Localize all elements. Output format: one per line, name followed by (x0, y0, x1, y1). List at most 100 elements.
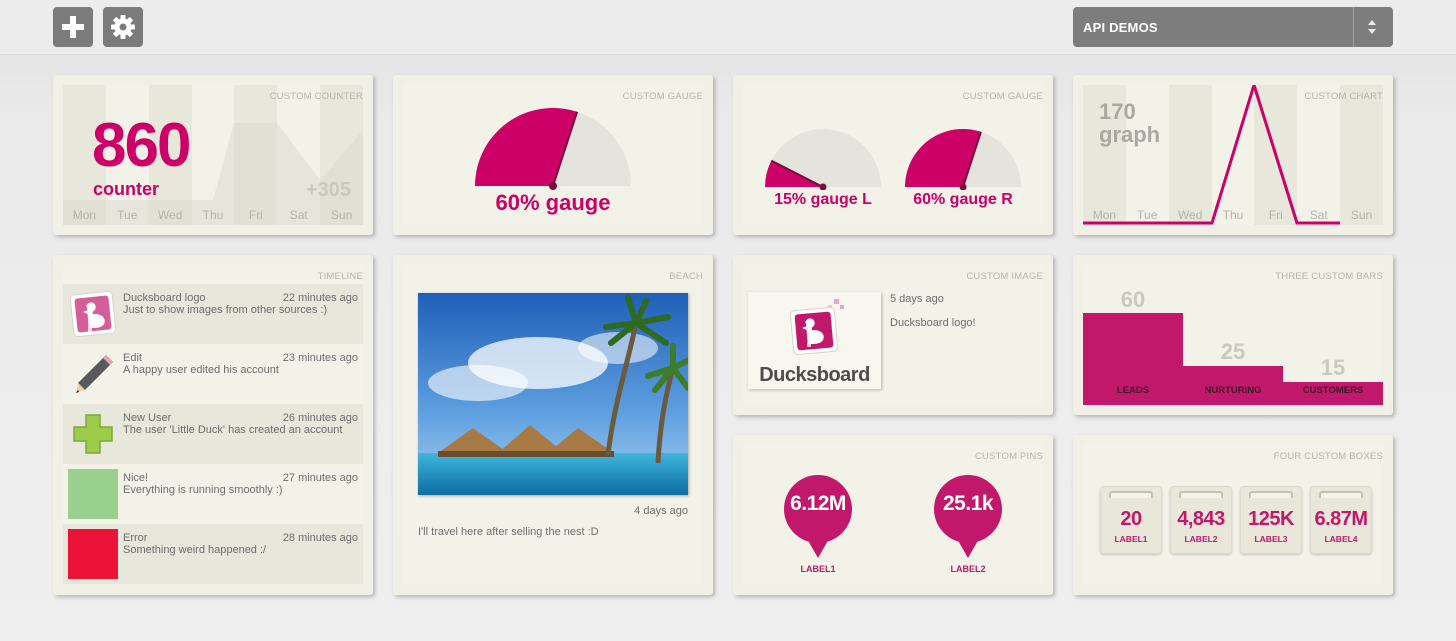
bar-value: 60 (1120, 287, 1146, 312)
timeline-item-message: A happy user edited his account (123, 364, 279, 376)
box-value: 20 (1120, 508, 1142, 530)
widget-title: CUSTOM GAUGE (962, 91, 1043, 102)
box-label: LABEL1 (1114, 534, 1148, 544)
counter-widget: CUSTOM COUNTER 860 counter +305 Mon Tue … (53, 75, 373, 235)
beach-time: 4 days ago (634, 505, 688, 517)
add-widget-button[interactable] (53, 7, 93, 47)
widget-title: TIMELINE (317, 271, 363, 282)
image-time: 5 days ago (890, 293, 944, 305)
box-value: 6.87M (1314, 508, 1368, 530)
timeline-item-message: Everything is running smoothly :) (123, 484, 283, 496)
box-label: LABEL2 (1184, 534, 1218, 544)
ducksboard-logo: Ducksboard (748, 292, 881, 389)
timeline-item-title: Edit (123, 352, 142, 364)
box-slot (1249, 491, 1293, 498)
beach-image-widget: BEACH 4 days ago I'll travel here after … (393, 255, 713, 595)
day-label: Sat (1309, 208, 1328, 222)
timeline-item: New User The user 'Little Duck' has crea… (63, 404, 363, 464)
ducksboard-logo-text: Ducksboard (759, 364, 870, 386)
gauge-right-dial (905, 129, 1021, 190)
gauge-left-dial (765, 129, 881, 190)
gauge-label: 60% gauge (495, 190, 611, 215)
widget-title: THREE CUSTOM BARS (1275, 271, 1383, 282)
beach-photo (418, 293, 688, 495)
widget-title: CUSTOM PINS (974, 451, 1043, 462)
map-pin-icon (934, 475, 1002, 558)
dashboard-select[interactable]: API DEMOS (1073, 7, 1393, 47)
timeline-item-title: Nice! (123, 472, 149, 484)
box-slot (1179, 491, 1223, 498)
day-label: Tue (117, 208, 138, 222)
settings-button[interactable] (103, 7, 143, 47)
add-user-plus-icon (73, 414, 113, 454)
timeline-widget: TIMELINE Ducksboard logo Just to show im… (53, 255, 373, 595)
day-label: Fri (1268, 208, 1283, 222)
bar-label: LEADS (1116, 385, 1150, 396)
gauge-widget: CUSTOM GAUGE 60% gauge (393, 75, 713, 235)
timeline-item-message: Something weird happened :/ (123, 544, 267, 556)
box-slot (1319, 491, 1363, 498)
timeline-item-title: New User (123, 412, 172, 424)
counter-day-axis: Mon Tue Wed Thu Fri Sat Sun (63, 206, 363, 225)
success-swatch-icon (68, 469, 118, 519)
duck-icon (789, 299, 844, 356)
pin-label: LABEL2 (950, 564, 986, 574)
chart-day-axis: Mon Tue Wed Thu Fri Sat Sun (1083, 206, 1383, 225)
timeline-item-message: Just to show images from other sources :… (123, 304, 328, 316)
timeline-item: Edit A happy user edited his account 23 … (63, 344, 363, 404)
timeline-item-title: Ducksboard logo (123, 292, 206, 304)
day-label: Wed (157, 208, 183, 222)
day-label: Fri (248, 208, 263, 222)
three-bars-widget: THREE CUSTOM BARS 60 25 15 LEADS NURTURI… (1073, 255, 1393, 415)
box-label: LABEL3 (1254, 534, 1288, 544)
box-value: 125K (1248, 508, 1294, 530)
pencil-icon (76, 355, 113, 393)
select-divider (1353, 7, 1354, 47)
bar-label: CUSTOMERS (1302, 385, 1364, 396)
custom-pins-widget: CUSTOM PINS 6.12M LABEL1 25.1k LABEL2 (733, 435, 1053, 595)
timeline-item-time: 27 minutes ago (282, 472, 358, 484)
timeline-item-message: The user 'Little Duck' has created an ac… (123, 424, 343, 436)
gauge-right-label: 60% gauge R (913, 191, 1013, 208)
box-label: LABEL4 (1324, 534, 1358, 544)
timeline-item: Ducksboard logo Just to show images from… (63, 284, 363, 344)
box-value: 4,843 (1177, 508, 1225, 530)
four-boxes-widget: FOUR CUSTOM BOXES 20 LABEL1 4,843 LABEL2… (1073, 435, 1393, 595)
timeline-item: Nice! Everything is running smoothly :) … (63, 464, 363, 524)
bar-label: NURTURING (1204, 385, 1262, 396)
timeline-item: Error Something weird happened :/ 28 min… (63, 524, 363, 584)
widget-title: BEACH (669, 271, 703, 282)
bar-value: 15 (1320, 355, 1346, 380)
day-label: Sat (289, 208, 308, 222)
gear-icon (111, 15, 135, 39)
day-label: Mon (1092, 208, 1117, 222)
counter-delta: +305 (306, 179, 352, 201)
widget-title: CUSTOM CHART (1304, 91, 1383, 102)
top-bar: API DEMOS (0, 0, 1456, 55)
ducksboard-logo-icon (69, 290, 117, 338)
timeline-item-time: 22 minutes ago (282, 292, 358, 304)
chart-widget: CUSTOM CHART 170 graph Mon Tue Wed Thu F… (1073, 75, 1393, 235)
custom-box: 125K LABEL3 (1240, 486, 1302, 554)
widget-title: CUSTOM IMAGE (966, 271, 1043, 282)
custom-box: 4,843 LABEL2 (1170, 486, 1232, 554)
widget-title: CUSTOM GAUGE (622, 91, 703, 102)
timeline-item-time: 26 minutes ago (282, 412, 358, 424)
bar-value: 25 (1220, 339, 1246, 364)
timeline-item-time: 23 minutes ago (282, 352, 358, 364)
map-pin-icon (784, 475, 852, 558)
widget-title: FOUR CUSTOM BOXES (1273, 451, 1383, 462)
dashboard-select-value: API DEMOS (1083, 20, 1158, 35)
counter-value: 860 (92, 111, 191, 180)
gauge-dial (475, 108, 631, 190)
pin-2: 25.1k LABEL2 (934, 475, 1002, 574)
day-label: Sun (1350, 208, 1373, 222)
box-slot (1109, 491, 1153, 498)
chart-label: graph (1099, 122, 1161, 147)
pin-value: 25.1k (942, 492, 994, 515)
pin-1: 6.12M LABEL1 (784, 475, 852, 574)
pin-value: 6.12M (790, 492, 846, 515)
widget-title: CUSTOM COUNTER (269, 91, 363, 102)
day-label: Sun (330, 208, 353, 222)
image-caption: Ducksboard logo! (890, 317, 976, 329)
